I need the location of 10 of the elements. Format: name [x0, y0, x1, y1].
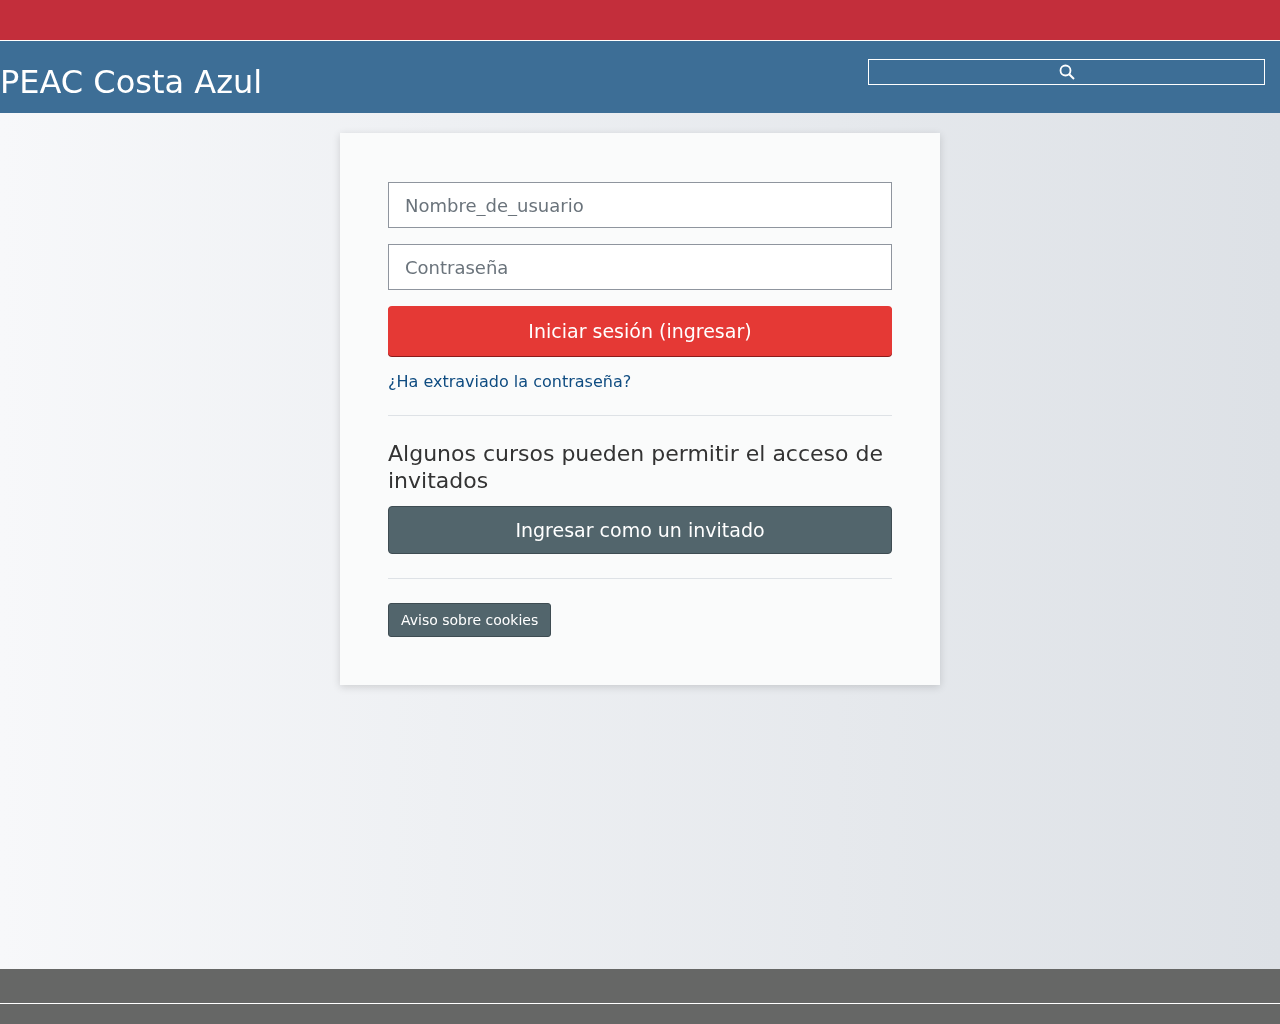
guest-access-heading: Algunos cursos pueden permitir el acceso de invitados — [388, 440, 884, 494]
search-icon[interactable] — [1058, 64, 1075, 80]
search-field[interactable] — [868, 59, 1265, 85]
password-field[interactable]: Contraseña — [388, 244, 892, 290]
site-name[interactable]: PEAC Costa Azul — [0, 63, 263, 101]
cookies-notice-button[interactable]: Aviso sobre cookies — [388, 603, 552, 637]
username-field[interactable]: Nombre_de_usuario — [388, 182, 892, 228]
login-button[interactable]: Iniciar sesión (ingresar) — [388, 306, 892, 356]
guest-login-button[interactable]: Ingresar como un invitado — [388, 506, 892, 554]
forgot-password-link[interactable]: ¿Ha extraviado la contraseña? — [388, 372, 632, 391]
